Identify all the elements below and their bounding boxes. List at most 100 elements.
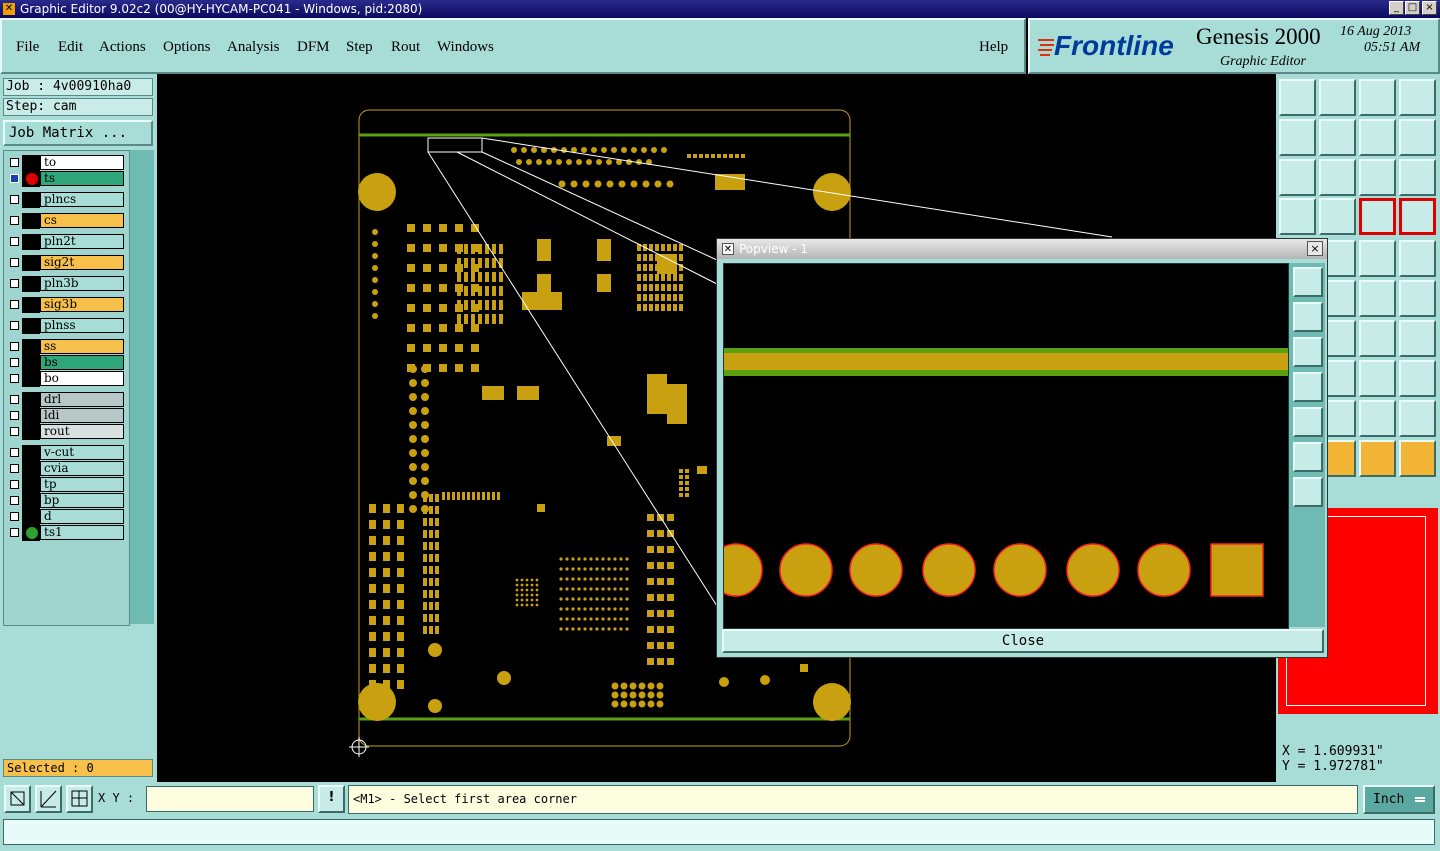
menu-step[interactable]: Step [346, 39, 373, 56]
route-icon[interactable] [1399, 440, 1436, 477]
layer-name[interactable]: pln3b [40, 276, 124, 291]
exclamation-icon[interactable]: ! [318, 785, 345, 813]
layer-name[interactable]: sig3b [40, 297, 124, 312]
zoom-area-icon[interactable] [4, 785, 31, 813]
menu-dfm[interactable]: DFM [297, 39, 330, 56]
panel-down-icon[interactable] [1319, 79, 1356, 116]
minimize-button[interactable]: _ [1389, 1, 1404, 15]
grid-window-icon[interactable] [1399, 79, 1436, 116]
layer-name[interactable]: ss [40, 339, 124, 354]
layer-checkbox[interactable] [10, 321, 19, 330]
layer-row-bs[interactable]: bs [4, 355, 129, 371]
ruler-icon[interactable] [1279, 198, 1316, 235]
layer-checkbox[interactable] [10, 427, 19, 436]
layer-name[interactable]: bo [40, 371, 124, 386]
layer-name[interactable]: cs [40, 213, 124, 228]
layer-checkbox[interactable] [10, 237, 19, 246]
layer-checkbox[interactable] [10, 395, 19, 404]
menu-windows[interactable]: Windows [437, 39, 494, 56]
layers-red2-icon[interactable] [1399, 198, 1436, 235]
layer-row-ts[interactable]: ts [4, 171, 129, 187]
menu-file[interactable]: File [16, 39, 39, 56]
pv-down-icon[interactable] [1293, 337, 1323, 367]
layer-row-tp[interactable]: tp [4, 477, 129, 493]
pv-up-icon[interactable] [1293, 302, 1323, 332]
layer-checkbox[interactable] [10, 374, 19, 383]
layer-row-bo[interactable]: bo [4, 371, 129, 387]
fit-icon[interactable] [1279, 159, 1316, 196]
layer-row-ts1[interactable]: ts1 [4, 525, 129, 541]
layer-row-drl[interactable]: drl [4, 392, 129, 408]
zoom-center-icon[interactable] [1319, 159, 1356, 196]
popview-close-button[interactable]: Close [722, 629, 1324, 653]
menu-rout[interactable]: Rout [391, 39, 420, 56]
layer-row-ss[interactable]: ss [4, 339, 129, 355]
layer-name[interactable]: bp [40, 493, 124, 508]
layer-row-ldi[interactable]: ldi [4, 408, 129, 424]
layer-name[interactable]: v-cut [40, 445, 124, 460]
measure-icon[interactable] [35, 785, 62, 813]
layer-name[interactable]: d [40, 509, 124, 524]
help-icon[interactable] [1399, 159, 1436, 196]
layer-name[interactable]: drl [40, 392, 124, 407]
layer-row-to[interactable]: to [4, 155, 129, 171]
pv-left-icon[interactable] [1293, 372, 1323, 402]
step-out-icon[interactable] [1319, 119, 1356, 156]
layer-checkbox[interactable] [10, 528, 19, 537]
pv-center-icon[interactable] [1293, 477, 1323, 507]
layer-row-v-cut[interactable]: v-cut [4, 445, 129, 461]
job-matrix-button[interactable]: Job Matrix ... [3, 120, 153, 146]
layer-row-pln2t[interactable]: pln2t [4, 234, 129, 250]
layer-checkbox[interactable] [10, 279, 19, 288]
snap-a-icon[interactable] [1359, 280, 1396, 317]
layer-checkbox[interactable] [10, 358, 19, 367]
layer-row-cvia[interactable]: cvia [4, 461, 129, 477]
layer-row-plncs[interactable]: plncs [4, 192, 129, 208]
undo-icon[interactable] [1359, 119, 1396, 156]
home-icon[interactable] [1359, 79, 1396, 116]
layer-name[interactable]: pln2t [40, 234, 124, 249]
layer-name[interactable]: cvia [40, 461, 124, 476]
layer-row-sig3b[interactable]: sig3b [4, 297, 129, 313]
redo-icon[interactable] [1399, 119, 1436, 156]
arc-icon[interactable] [1359, 320, 1396, 357]
layer-name[interactable]: bs [40, 355, 124, 370]
pad-icon[interactable] [1399, 240, 1436, 277]
close-window-button[interactable]: × [1422, 1, 1437, 15]
popview-canvas[interactable] [723, 263, 1289, 629]
layer-name[interactable]: ldi [40, 408, 124, 423]
layer-checkbox[interactable] [10, 464, 19, 473]
layer-name[interactable]: ts1 [40, 525, 124, 540]
layer-checkbox[interactable] [10, 174, 19, 183]
snap-b-icon[interactable] [1399, 280, 1436, 317]
layer-row-plnss[interactable]: plnss [4, 318, 129, 334]
layer-checkbox[interactable] [10, 342, 19, 351]
layer-checkbox[interactable] [10, 496, 19, 505]
layer-row-rout[interactable]: rout [4, 424, 129, 440]
scale-icon[interactable] [1359, 159, 1396, 196]
menu-options[interactable]: Options [163, 39, 211, 56]
layer-row-sig2t[interactable]: sig2t [4, 255, 129, 271]
menu-analysis[interactable]: Analysis [227, 39, 280, 56]
layer-checkbox[interactable] [10, 258, 19, 267]
layer-checkbox[interactable] [10, 158, 19, 167]
pv-right-icon[interactable] [1293, 407, 1323, 437]
layer-checkbox[interactable] [10, 300, 19, 309]
step-in-icon[interactable] [1279, 119, 1316, 156]
layer-name[interactable]: to [40, 155, 124, 170]
pointer2-icon[interactable] [1359, 440, 1396, 477]
layer-row-bp[interactable]: bp [4, 493, 129, 509]
maximize-button[interactable]: □ [1405, 1, 1420, 15]
layer-checkbox[interactable] [10, 411, 19, 420]
layer-checkbox[interactable] [10, 216, 19, 225]
panel-up-icon[interactable] [1279, 79, 1316, 116]
xy-input[interactable] [146, 786, 314, 812]
layer-row-pln3b[interactable]: pln3b [4, 276, 129, 292]
layer-row-cs[interactable]: cs [4, 213, 129, 229]
layers-red-icon[interactable] [1359, 198, 1396, 235]
layer-checkbox[interactable] [10, 480, 19, 489]
triangle-c-icon[interactable] [1399, 400, 1436, 437]
menu-edit[interactable]: Edit [58, 39, 83, 56]
layer-name[interactable]: ts [40, 171, 124, 186]
layer-row-d[interactable]: d [4, 509, 129, 525]
